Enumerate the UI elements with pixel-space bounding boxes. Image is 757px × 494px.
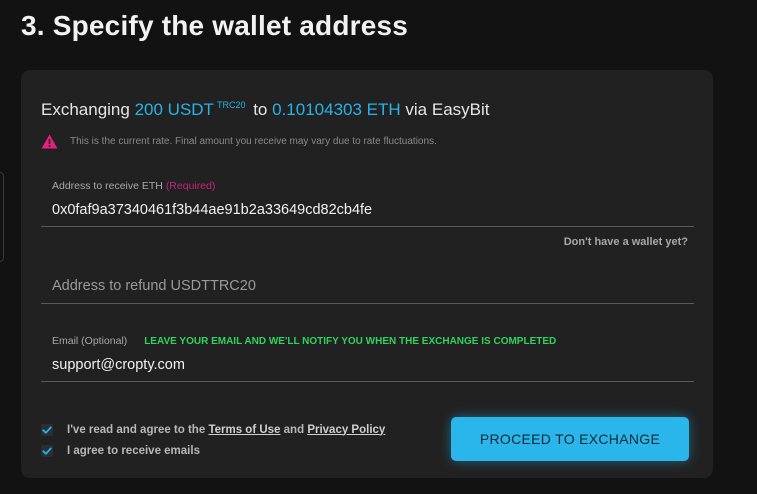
rate-warning: This is the current rate. Final amount y… <box>41 134 437 149</box>
consent-checks: I've read and agree to the Terms of Use … <box>41 419 385 461</box>
refund-address-underline <box>41 303 694 304</box>
terms-prefix: I've read and agree to the <box>67 423 206 436</box>
no-wallet-link[interactable]: Don't have a wallet yet? <box>564 236 688 248</box>
receive-address-label: Address to receive ETH (Required) <box>52 180 215 192</box>
terms-and: and <box>283 423 305 436</box>
email-label: Email (Optional) LEAVE YOUR EMAIL AND WE… <box>52 335 556 347</box>
summary-prefix: Exchanging <box>41 100 130 119</box>
refund-address-input[interactable] <box>52 278 672 294</box>
email-label-text: Email (Optional) <box>52 335 128 347</box>
terms-checkbox[interactable] <box>41 423 53 436</box>
refund-address-field[interactable] <box>41 275 694 305</box>
exchange-step-page: 3. Specify the wallet address Exchanging… <box>0 0 757 494</box>
email-hint: LEAVE YOUR EMAIL AND WE'LL NOTIFY YOU WH… <box>144 336 557 347</box>
terms-agreement-row: I've read and agree to the Terms of Use … <box>41 419 385 440</box>
emails-consent-text: I agree to receive emails <box>67 444 200 457</box>
terms-agreement-text: I've read and agree to the Terms of Use … <box>67 424 385 436</box>
required-tag: (Required) <box>165 180 216 192</box>
summary-to: to <box>253 100 268 119</box>
rate-warning-text: This is the current rate. Final amount y… <box>70 136 437 147</box>
privacy-policy-link[interactable]: Privacy Policy <box>307 424 385 436</box>
receive-address-field[interactable]: Address to receive ETH (Required) 0x0faf… <box>41 180 694 228</box>
email-underline <box>41 381 694 382</box>
receive-address-input[interactable]: 0x0faf9a37340461f3b44ae91b2a33649cd82cb4… <box>52 202 372 218</box>
emails-consent-checkbox[interactable] <box>41 444 53 457</box>
terms-of-use-link[interactable]: Terms of Use <box>208 424 280 436</box>
wallet-address-card: Exchanging 200 USDT TRC20 to 0.10104303 E… <box>21 70 713 478</box>
step-title: 3. Specify the wallet address <box>21 10 409 41</box>
exchange-summary: Exchanging 200 USDT TRC20 to 0.10104303 E… <box>41 100 490 120</box>
emails-consent-row: I agree to receive emails <box>41 440 385 461</box>
warning-triangle-icon <box>41 134 58 149</box>
checkmark-icon <box>42 426 52 434</box>
side-panel-edge <box>0 172 4 262</box>
receive-address-label-text: Address to receive ETH <box>52 180 163 192</box>
email-input[interactable]: support@cropty.com <box>52 357 185 373</box>
to-amount: 0.10104303 ETH <box>272 100 401 119</box>
from-network: TRC20 <box>216 100 246 110</box>
receive-address-underline <box>41 226 694 227</box>
checkmark-icon <box>42 447 52 455</box>
summary-provider: via EasyBit <box>405 100 490 119</box>
email-field[interactable]: Email (Optional) LEAVE YOUR EMAIL AND WE… <box>41 335 694 383</box>
proceed-to-exchange-button[interactable]: PROCEED TO EXCHANGE <box>451 417 689 461</box>
from-amount: 200 USDT <box>134 100 214 119</box>
